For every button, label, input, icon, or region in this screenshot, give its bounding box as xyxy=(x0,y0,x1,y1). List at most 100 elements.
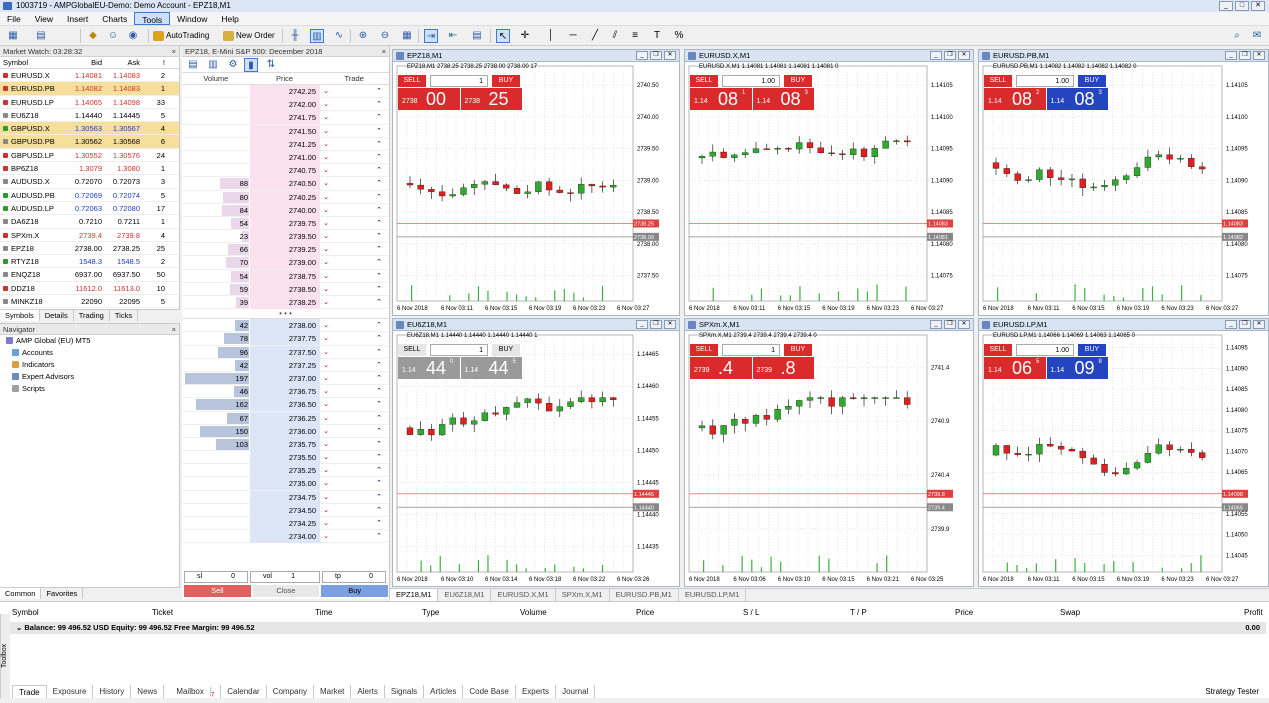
sell-limit-icon[interactable]: ⌄ xyxy=(322,153,330,162)
tab-articles[interactable]: Articles xyxy=(424,685,464,698)
dom-level-row[interactable]: 2734.75 ⌄ ⌃ xyxy=(182,490,389,504)
close-button[interactable]: ✕ xyxy=(664,320,676,329)
dom-level-row[interactable]: 84 2740.00 ⌄ ⌃ xyxy=(182,203,389,217)
dom-level-row[interactable]: 54 2739.75 ⌄ ⌃ xyxy=(182,216,389,231)
tab-trade[interactable]: Trade xyxy=(12,685,47,698)
sell-limit-icon[interactable]: ⌄ xyxy=(322,298,330,307)
buy-limit-icon[interactable]: ⌃ xyxy=(375,400,383,409)
sell-limit-icon[interactable]: ⌄ xyxy=(322,532,330,541)
sell-button[interactable]: SELL xyxy=(690,75,718,87)
chart-window[interactable]: EURUSD.PB,M1 _ ❐ ✕ 1.14105 1.14100 1.14095 1.14… xyxy=(978,49,1269,316)
menu-window[interactable]: Window xyxy=(170,12,214,25)
tab-code-base[interactable]: Code Base xyxy=(463,685,516,698)
col-type[interactable]: Type xyxy=(422,608,439,617)
sell-limit-icon[interactable]: ⌄ xyxy=(322,232,330,241)
dom-level-row[interactable]: 2734.00 ⌄ ⌃ xyxy=(182,530,389,544)
dom-level-row[interactable]: 2740.75 ⌄ ⌃ xyxy=(182,164,389,178)
menu-help[interactable]: Help xyxy=(214,12,245,25)
buy-limit-icon[interactable]: ⌃ xyxy=(375,387,383,396)
sell-limit-icon[interactable]: ⌄ xyxy=(322,506,330,515)
col-price-current[interactable]: Price xyxy=(955,608,973,617)
chat-icon[interactable]: ✉ xyxy=(1250,29,1264,43)
dom-chart-icon[interactable]: ▤ xyxy=(186,58,200,72)
tab-signals[interactable]: Signals xyxy=(385,685,425,698)
buy-button[interactable]: BUY xyxy=(784,344,812,356)
profiles-icon[interactable]: ▤ xyxy=(34,29,48,43)
tab-news[interactable]: News xyxy=(131,685,165,698)
sell-limit-icon[interactable]: ⌄ xyxy=(322,374,330,383)
close-icon[interactable]: × xyxy=(172,46,176,57)
dom-level-row[interactable]: 66 2739.25 ⌄ ⌃ xyxy=(182,243,389,257)
templates-icon[interactable]: ▤ xyxy=(470,29,484,43)
nav-item-broker[interactable]: AMP Global (EU) MT5 xyxy=(0,335,179,347)
sell-limit-icon[interactable]: ⌄ xyxy=(322,140,330,149)
tab-journal[interactable]: Journal xyxy=(556,685,596,698)
new-order-button[interactable]: New Order xyxy=(222,29,277,43)
buy-price-button[interactable]: 2738 25 xyxy=(460,88,522,110)
dom-level-row[interactable]: 67 2736.25 ⌄ ⌃ xyxy=(182,411,389,425)
dom-level-row[interactable]: 2734.25 ⌄ ⌃ xyxy=(182,517,389,531)
buy-limit-icon[interactable]: ⌃ xyxy=(375,219,383,228)
dom-level-row[interactable]: 2735.50 ⌄ ⌃ xyxy=(182,451,389,465)
market-watch-row[interactable]: AUDUSD.LP 0.72063 0.72080 17 xyxy=(0,202,179,216)
sell-price-button[interactable]: 1.14 06 5 xyxy=(984,357,1046,379)
tp-input[interactable]: tp 0 xyxy=(322,571,386,583)
buy-limit-icon[interactable]: ⌃ xyxy=(375,361,383,370)
tab-common[interactable]: Common xyxy=(0,588,42,599)
chart-tab[interactable]: SPXm.X,M1 xyxy=(556,589,610,601)
dom-level-row[interactable]: 197 2737.00 ⌄ ⌃ xyxy=(182,371,389,386)
dom-level-row[interactable]: 2742.00 ⌄ ⌃ xyxy=(182,98,389,112)
buy-price-button[interactable]: 1.14 09 8 xyxy=(1046,357,1108,379)
market-watch-row[interactable]: ENQZ18 6937.00 6937.50 50 xyxy=(0,268,179,282)
minimize-button[interactable]: _ xyxy=(1219,1,1233,11)
close-icon[interactable]: × xyxy=(172,324,176,335)
buy-price-button[interactable]: 1.14 08 3 xyxy=(752,88,814,110)
tab-company[interactable]: Company xyxy=(267,685,314,698)
col-symbol[interactable]: Symbol xyxy=(12,608,39,617)
dom-level-row[interactable]: 2741.25 ⌄ ⌃ xyxy=(182,137,389,151)
restore-button[interactable]: ❐ xyxy=(944,320,956,329)
dom-level-row[interactable]: 96 2737.50 ⌄ ⌃ xyxy=(182,345,389,359)
tab-ticks[interactable]: Ticks xyxy=(110,310,139,321)
tab-mailbox[interactable]: Mailbox 7 xyxy=(164,685,222,699)
sell-limit-icon[interactable]: ⌄ xyxy=(322,321,330,330)
sell-limit-icon[interactable]: ⌄ xyxy=(322,127,330,136)
dom-level-row[interactable]: 46 2736.75 ⌄ ⌃ xyxy=(182,385,389,399)
sell-limit-icon[interactable]: ⌄ xyxy=(322,206,330,215)
buy-button[interactable]: BUY xyxy=(784,75,812,87)
close-button[interactable]: ✕ xyxy=(958,320,970,329)
chart-tab[interactable]: EURUSD.LP,M1 xyxy=(679,589,747,601)
menu-file[interactable]: File xyxy=(0,12,28,25)
minimize-button[interactable]: _ xyxy=(1225,320,1237,329)
dom-level-row[interactable]: 2735.00 ⌄ ⌃ xyxy=(182,477,389,491)
buy-limit-icon[interactable]: ⌃ xyxy=(375,493,383,502)
buy-limit-icon[interactable]: ⌃ xyxy=(375,206,383,215)
zoom-in-icon[interactable]: ⊕ xyxy=(356,29,370,43)
sell-button[interactable]: SELL xyxy=(690,344,718,356)
market-watch-row[interactable]: DDZ18 11612.0 11613.0 10 xyxy=(0,282,179,296)
dom-level-row[interactable]: 2734.50 ⌄ ⌃ xyxy=(182,503,389,517)
sell-limit-icon[interactable]: ⌄ xyxy=(322,193,330,202)
crosshair-icon[interactable]: ✛ xyxy=(518,29,532,43)
dom-level-row[interactable]: 2741.00 ⌄ ⌃ xyxy=(182,150,389,165)
buy-limit-icon[interactable]: ⌃ xyxy=(375,374,383,383)
market-watch-row[interactable]: GBPUSD.X 1.30563 1.30567 4 xyxy=(0,122,179,136)
col-bid[interactable]: Bid xyxy=(60,57,104,68)
col-volume[interactable]: Volume xyxy=(520,608,547,617)
shapes-icon[interactable]: % xyxy=(672,29,686,43)
chart-shift-icon[interactable]: ⇤ xyxy=(446,29,460,43)
dom-level-row[interactable]: 103 2735.75 ⌄ ⌃ xyxy=(182,437,389,452)
market-watch-row[interactable]: DA6Z18 0.7210 0.7211 1 xyxy=(0,215,179,229)
dom-level-row[interactable]: 23 2739.50 ⌄ ⌃ xyxy=(182,230,389,244)
nav-item-accounts[interactable]: Accounts xyxy=(0,347,179,359)
chart-tab[interactable]: EURUSD.PB,M1 xyxy=(610,589,679,601)
market-watch-row[interactable]: EURUSD.PB 1.14082 1.14083 1 xyxy=(0,82,179,96)
minimize-button[interactable]: _ xyxy=(636,51,648,60)
menu-charts[interactable]: Charts xyxy=(95,12,134,25)
close-button[interactable]: ✕ xyxy=(1251,1,1265,11)
sell-limit-icon[interactable]: ⌄ xyxy=(322,219,330,228)
market-watch-row[interactable]: AUDUSD.X 0.72070 0.72073 3 xyxy=(0,175,179,189)
market-watch-row[interactable]: GBPUSD.PB 1.30562 1.30568 6 xyxy=(0,135,179,149)
sell-limit-icon[interactable]: ⌄ xyxy=(322,87,330,96)
candlestick-icon[interactable]: ▥ xyxy=(310,29,324,43)
